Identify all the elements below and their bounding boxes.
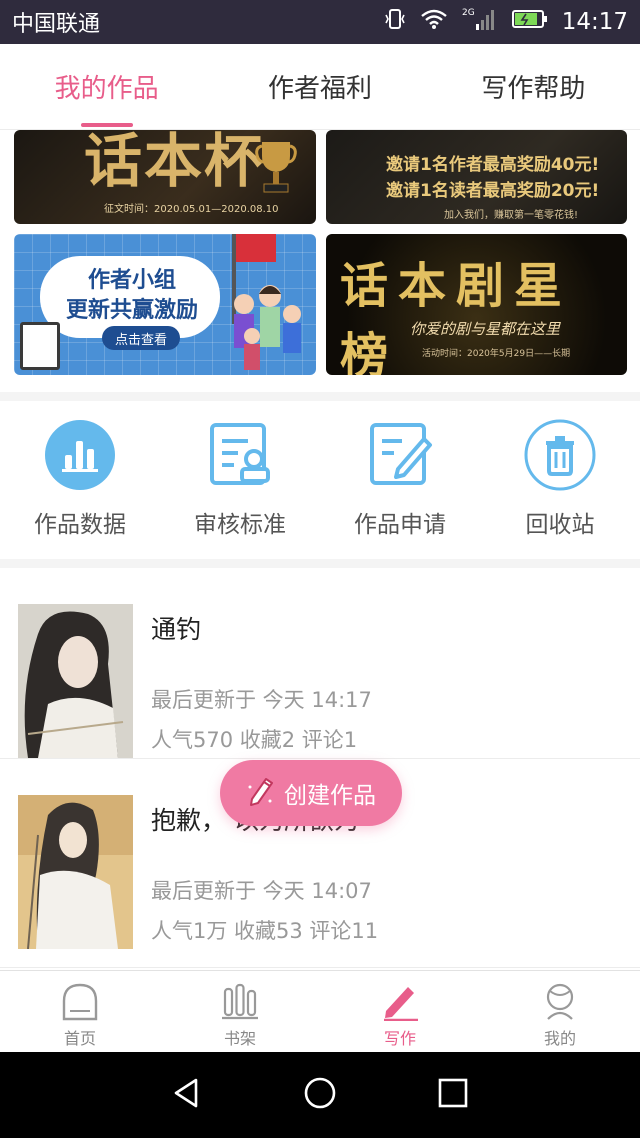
tool-label: 审核标准 xyxy=(194,512,286,538)
nav-label: 写作 xyxy=(383,1029,416,1048)
banner-invite[interactable]: 邀请1名作者最高奖励40元! 邀请1名读者最高奖励20元! 加入我们，赚取第一笔… xyxy=(326,130,627,224)
banner-line-2: 更新共赢激励 xyxy=(66,298,199,323)
create-work-label: 创建作品 xyxy=(284,783,376,809)
status-time: 14:17 xyxy=(561,9,628,35)
signal-icon: 2G xyxy=(462,6,498,38)
tab-writing-help[interactable]: 写作帮助 xyxy=(427,44,640,129)
system-nav-bar xyxy=(0,1052,640,1138)
banner-subtitle: 你爱的剧与星都在这里 xyxy=(410,320,561,338)
banner-author-group[interactable]: 作者小组 更新共赢激励 点击查看 xyxy=(14,234,316,375)
tool-label: 回收站 xyxy=(525,512,595,538)
pen-icon xyxy=(378,979,422,1023)
recents-icon[interactable] xyxy=(436,1076,470,1114)
nav-bookshelf[interactable]: 书架 xyxy=(160,971,320,1052)
top-tab-bar: 我的作品 作者福利 写作帮助 xyxy=(0,44,640,130)
bookshelf-icon xyxy=(218,979,262,1023)
nav-label: 书架 xyxy=(223,1029,256,1048)
trophy-icon xyxy=(255,142,297,193)
home-circle-icon[interactable] xyxy=(303,1076,337,1114)
work-title: 通钓 xyxy=(151,615,202,644)
tool-label: 作品申请 xyxy=(354,512,446,538)
tab-author-benefits[interactable]: 作者福利 xyxy=(213,44,426,129)
banner-line-1: 作者小组 xyxy=(88,268,177,293)
flag-icon xyxy=(236,234,276,262)
back-icon[interactable] xyxy=(170,1076,204,1114)
pencil-icon xyxy=(246,773,276,813)
banner-note: 活动时间：2020年5月29日——长期 xyxy=(422,349,571,359)
battery-icon xyxy=(511,9,548,35)
tool-work-apply[interactable]: 作品申请 xyxy=(320,401,480,559)
work-stats: 人气1万 收藏53 评论11 xyxy=(151,919,379,943)
chart-icon xyxy=(44,419,116,491)
tools-row: 作品数据 审核标准 作品申请 回收站 xyxy=(0,401,640,559)
work-cover xyxy=(18,604,133,758)
banner-drama-star[interactable]: 话本剧星榜 你爱的剧与星都在这里 活动时间：2020年5月29日——长期 xyxy=(326,234,627,375)
nav-home[interactable]: 首页 xyxy=(0,971,160,1052)
trash-icon xyxy=(524,419,596,491)
home-icon xyxy=(58,979,102,1023)
create-work-button[interactable]: 创建作品 xyxy=(220,760,402,826)
tool-review-standard[interactable]: 审核标准 xyxy=(160,401,320,559)
people-illustration xyxy=(234,285,301,370)
nav-profile[interactable]: 我的 xyxy=(480,971,640,1052)
edit-apply-icon xyxy=(364,419,436,491)
banner-line-2: 邀请1名读者最高奖励20元! xyxy=(386,181,600,201)
work-item[interactable]: 通钓 最后更新于 今天 14:17 人气570 收藏2 评论1 xyxy=(0,568,640,759)
nav-label: 首页 xyxy=(63,1029,96,1048)
clipboard-icon xyxy=(20,322,60,370)
status-bar: 中国联通 2G 14:17 xyxy=(0,0,640,44)
svg-text:2G: 2G xyxy=(462,8,475,18)
nav-label: 我的 xyxy=(543,1029,576,1048)
view-button[interactable]: 点击查看 xyxy=(102,326,180,350)
tool-recycle-bin[interactable]: 回收站 xyxy=(480,401,640,559)
banner-title: 话本杯 xyxy=(84,130,265,195)
tool-label: 作品数据 xyxy=(34,512,126,538)
review-standard-icon xyxy=(204,419,276,491)
banner-grid: 话本杯 征文时间：2020.05.01—2020.08.10 邀请1名作者最高奖… xyxy=(0,130,640,392)
banner-huaben-cup[interactable]: 话本杯 征文时间：2020.05.01—2020.08.10 xyxy=(14,130,316,224)
tab-my-works[interactable]: 我的作品 xyxy=(0,44,213,129)
work-updated: 最后更新于 今天 14:07 xyxy=(151,879,372,903)
work-cover xyxy=(18,795,133,949)
vibrate-icon xyxy=(384,7,406,37)
bottom-nav: 首页 书架 写作 我的 xyxy=(0,970,640,1052)
work-stats: 人气570 收藏2 评论1 xyxy=(151,728,358,752)
banner-subtitle: 征文时间：2020.05.01—2020.08.10 xyxy=(104,204,279,215)
profile-icon xyxy=(538,979,582,1023)
nav-write[interactable]: 写作 xyxy=(320,971,480,1052)
wifi-icon xyxy=(420,8,448,36)
carrier-name: 中国联通 xyxy=(12,12,101,37)
banner-line-1: 邀请1名作者最高奖励40元! xyxy=(386,155,600,175)
work-updated: 最后更新于 今天 14:17 xyxy=(151,688,372,712)
tool-work-data[interactable]: 作品数据 xyxy=(0,401,160,559)
banner-line-3: 加入我们，赚取第一笔零花钱! xyxy=(444,210,579,221)
